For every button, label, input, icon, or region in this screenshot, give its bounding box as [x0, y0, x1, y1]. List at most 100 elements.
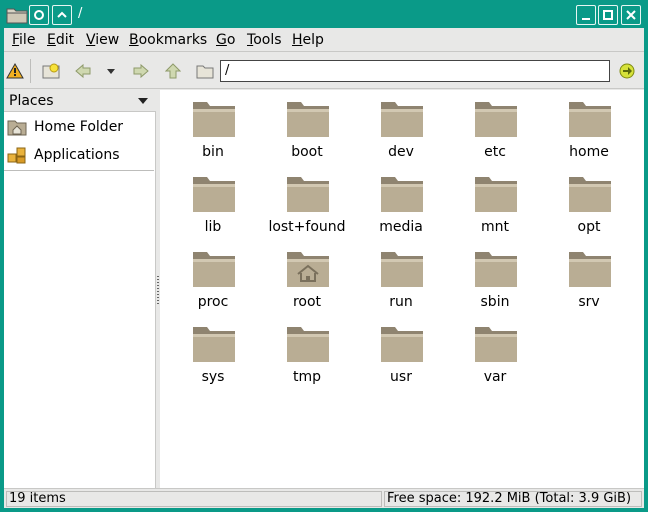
- menu-bookmarks[interactable]: Bookmarks: [129, 32, 207, 48]
- window-content: File Edit View Bookmarks Go Tools Help /…: [4, 28, 644, 508]
- chevron-down-icon[interactable]: [138, 98, 148, 104]
- menu-file[interactable]: File: [12, 32, 35, 48]
- folder-name: etc: [484, 144, 506, 160]
- sidebar-item-label: Applications: [34, 147, 120, 163]
- toolbar-separator: [30, 59, 31, 83]
- folder-item[interactable]: lib: [166, 167, 260, 239]
- folder-icon: [192, 100, 236, 138]
- folder-name: run: [389, 294, 413, 310]
- folder-name: lost+found: [268, 219, 346, 235]
- back-icon[interactable]: [72, 61, 94, 81]
- window-title: /: [78, 6, 83, 21]
- location-text: /: [225, 63, 230, 78]
- folder-item[interactable]: root: [260, 242, 354, 314]
- folder-icon: [568, 250, 612, 288]
- sidebar: Places Home Folder Applications: [4, 90, 156, 488]
- location-bar[interactable]: /: [220, 60, 610, 82]
- maximize-button[interactable]: [598, 5, 618, 25]
- splitter-grip[interactable]: [157, 276, 159, 306]
- folder-item[interactable]: boot: [260, 92, 354, 164]
- folder-icon: [286, 100, 330, 138]
- warning-icon[interactable]: [4, 61, 26, 81]
- menu-help[interactable]: Help: [292, 32, 324, 48]
- folder-name: srv: [578, 294, 600, 310]
- folder-icon[interactable]: [6, 6, 28, 24]
- folder-name: dev: [388, 144, 414, 160]
- folder-icon: [474, 250, 518, 288]
- folder-icon: [192, 325, 236, 363]
- folder-name: sbin: [480, 294, 510, 310]
- minimize-button[interactable]: [576, 5, 596, 25]
- folder-item[interactable]: sys: [166, 317, 260, 389]
- forward-icon[interactable]: [130, 61, 152, 81]
- folder-item[interactable]: bin: [166, 92, 260, 164]
- folder-item[interactable]: usr: [354, 317, 448, 389]
- folder-name: var: [483, 369, 507, 385]
- home-folder-icon[interactable]: [194, 61, 216, 81]
- folder-icon: [286, 175, 330, 213]
- folder-icon: [568, 100, 612, 138]
- sidebar-separator: [4, 170, 154, 171]
- menu-view[interactable]: View: [86, 32, 119, 48]
- go-icon[interactable]: [616, 61, 638, 81]
- folder-icon: [474, 175, 518, 213]
- folder-name: media: [379, 219, 423, 235]
- folder-item[interactable]: dev: [354, 92, 448, 164]
- sidebar-item-applications[interactable]: Applications: [4, 142, 154, 168]
- home-folder-icon: [286, 250, 330, 288]
- folder-icon: [474, 100, 518, 138]
- menubar: File Edit View Bookmarks Go Tools Help: [4, 28, 644, 52]
- folder-icon: [380, 175, 424, 213]
- item-count: 19 items: [6, 491, 382, 507]
- folder-item[interactable]: srv: [542, 242, 636, 314]
- folder-icon: [380, 250, 424, 288]
- places-header[interactable]: Places: [4, 90, 156, 112]
- shade-button[interactable]: [52, 5, 72, 25]
- folder-item[interactable]: opt: [542, 167, 636, 239]
- free-space: Free space: 192.2 MiB (Total: 3.9 GiB): [384, 491, 642, 507]
- folder-name: home: [569, 144, 609, 160]
- menu-go[interactable]: Go: [216, 32, 235, 48]
- folder-icon: [192, 175, 236, 213]
- folder-item[interactable]: sbin: [448, 242, 542, 314]
- menu-tools[interactable]: Tools: [247, 32, 282, 48]
- status-bar: 19 items Free space: 192.2 MiB (Total: 3…: [4, 488, 644, 508]
- menu-edit[interactable]: Edit: [47, 32, 74, 48]
- places-label: Places: [9, 93, 54, 109]
- folder-icon: [568, 175, 612, 213]
- folder-item[interactable]: mnt: [448, 167, 542, 239]
- window-menu-button[interactable]: [29, 5, 49, 25]
- folder-item[interactable]: var: [448, 317, 542, 389]
- up-icon[interactable]: [162, 61, 184, 81]
- folder-name: sys: [201, 369, 225, 385]
- folder-icon: [474, 325, 518, 363]
- folder-item[interactable]: media: [354, 167, 448, 239]
- folder-item[interactable]: proc: [166, 242, 260, 314]
- folder-name: mnt: [481, 219, 509, 235]
- folder-name: usr: [390, 369, 412, 385]
- folder-icon: [286, 325, 330, 363]
- back-history-dropdown[interactable]: [100, 61, 122, 81]
- folder-name: opt: [577, 219, 601, 235]
- title-bar: /: [0, 0, 648, 28]
- sidebar-item-home-folder[interactable]: Home Folder: [4, 114, 154, 140]
- folder-icon: [380, 100, 424, 138]
- new-tab-icon[interactable]: [40, 61, 62, 81]
- folder-icon: [380, 325, 424, 363]
- folder-item[interactable]: lost+found: [260, 167, 354, 239]
- home-folder-icon: [7, 118, 27, 136]
- folder-name: proc: [197, 294, 229, 310]
- folder-item[interactable]: tmp: [260, 317, 354, 389]
- folder-item[interactable]: home: [542, 92, 636, 164]
- folder-name: tmp: [292, 369, 321, 385]
- sidebar-item-label: Home Folder: [34, 119, 124, 135]
- folder-name: lib: [204, 219, 222, 235]
- folder-icon: [192, 250, 236, 288]
- file-manager-window: / File Edit View Bookmarks Go Tools Help: [0, 0, 648, 512]
- folder-name: boot: [291, 144, 323, 160]
- folder-item[interactable]: run: [354, 242, 448, 314]
- close-button[interactable]: [621, 5, 641, 25]
- file-view: bin boot dev etc home lib lost+found media mnt op…: [160, 90, 644, 488]
- folder-item[interactable]: etc: [448, 92, 542, 164]
- folder-name: bin: [202, 144, 224, 160]
